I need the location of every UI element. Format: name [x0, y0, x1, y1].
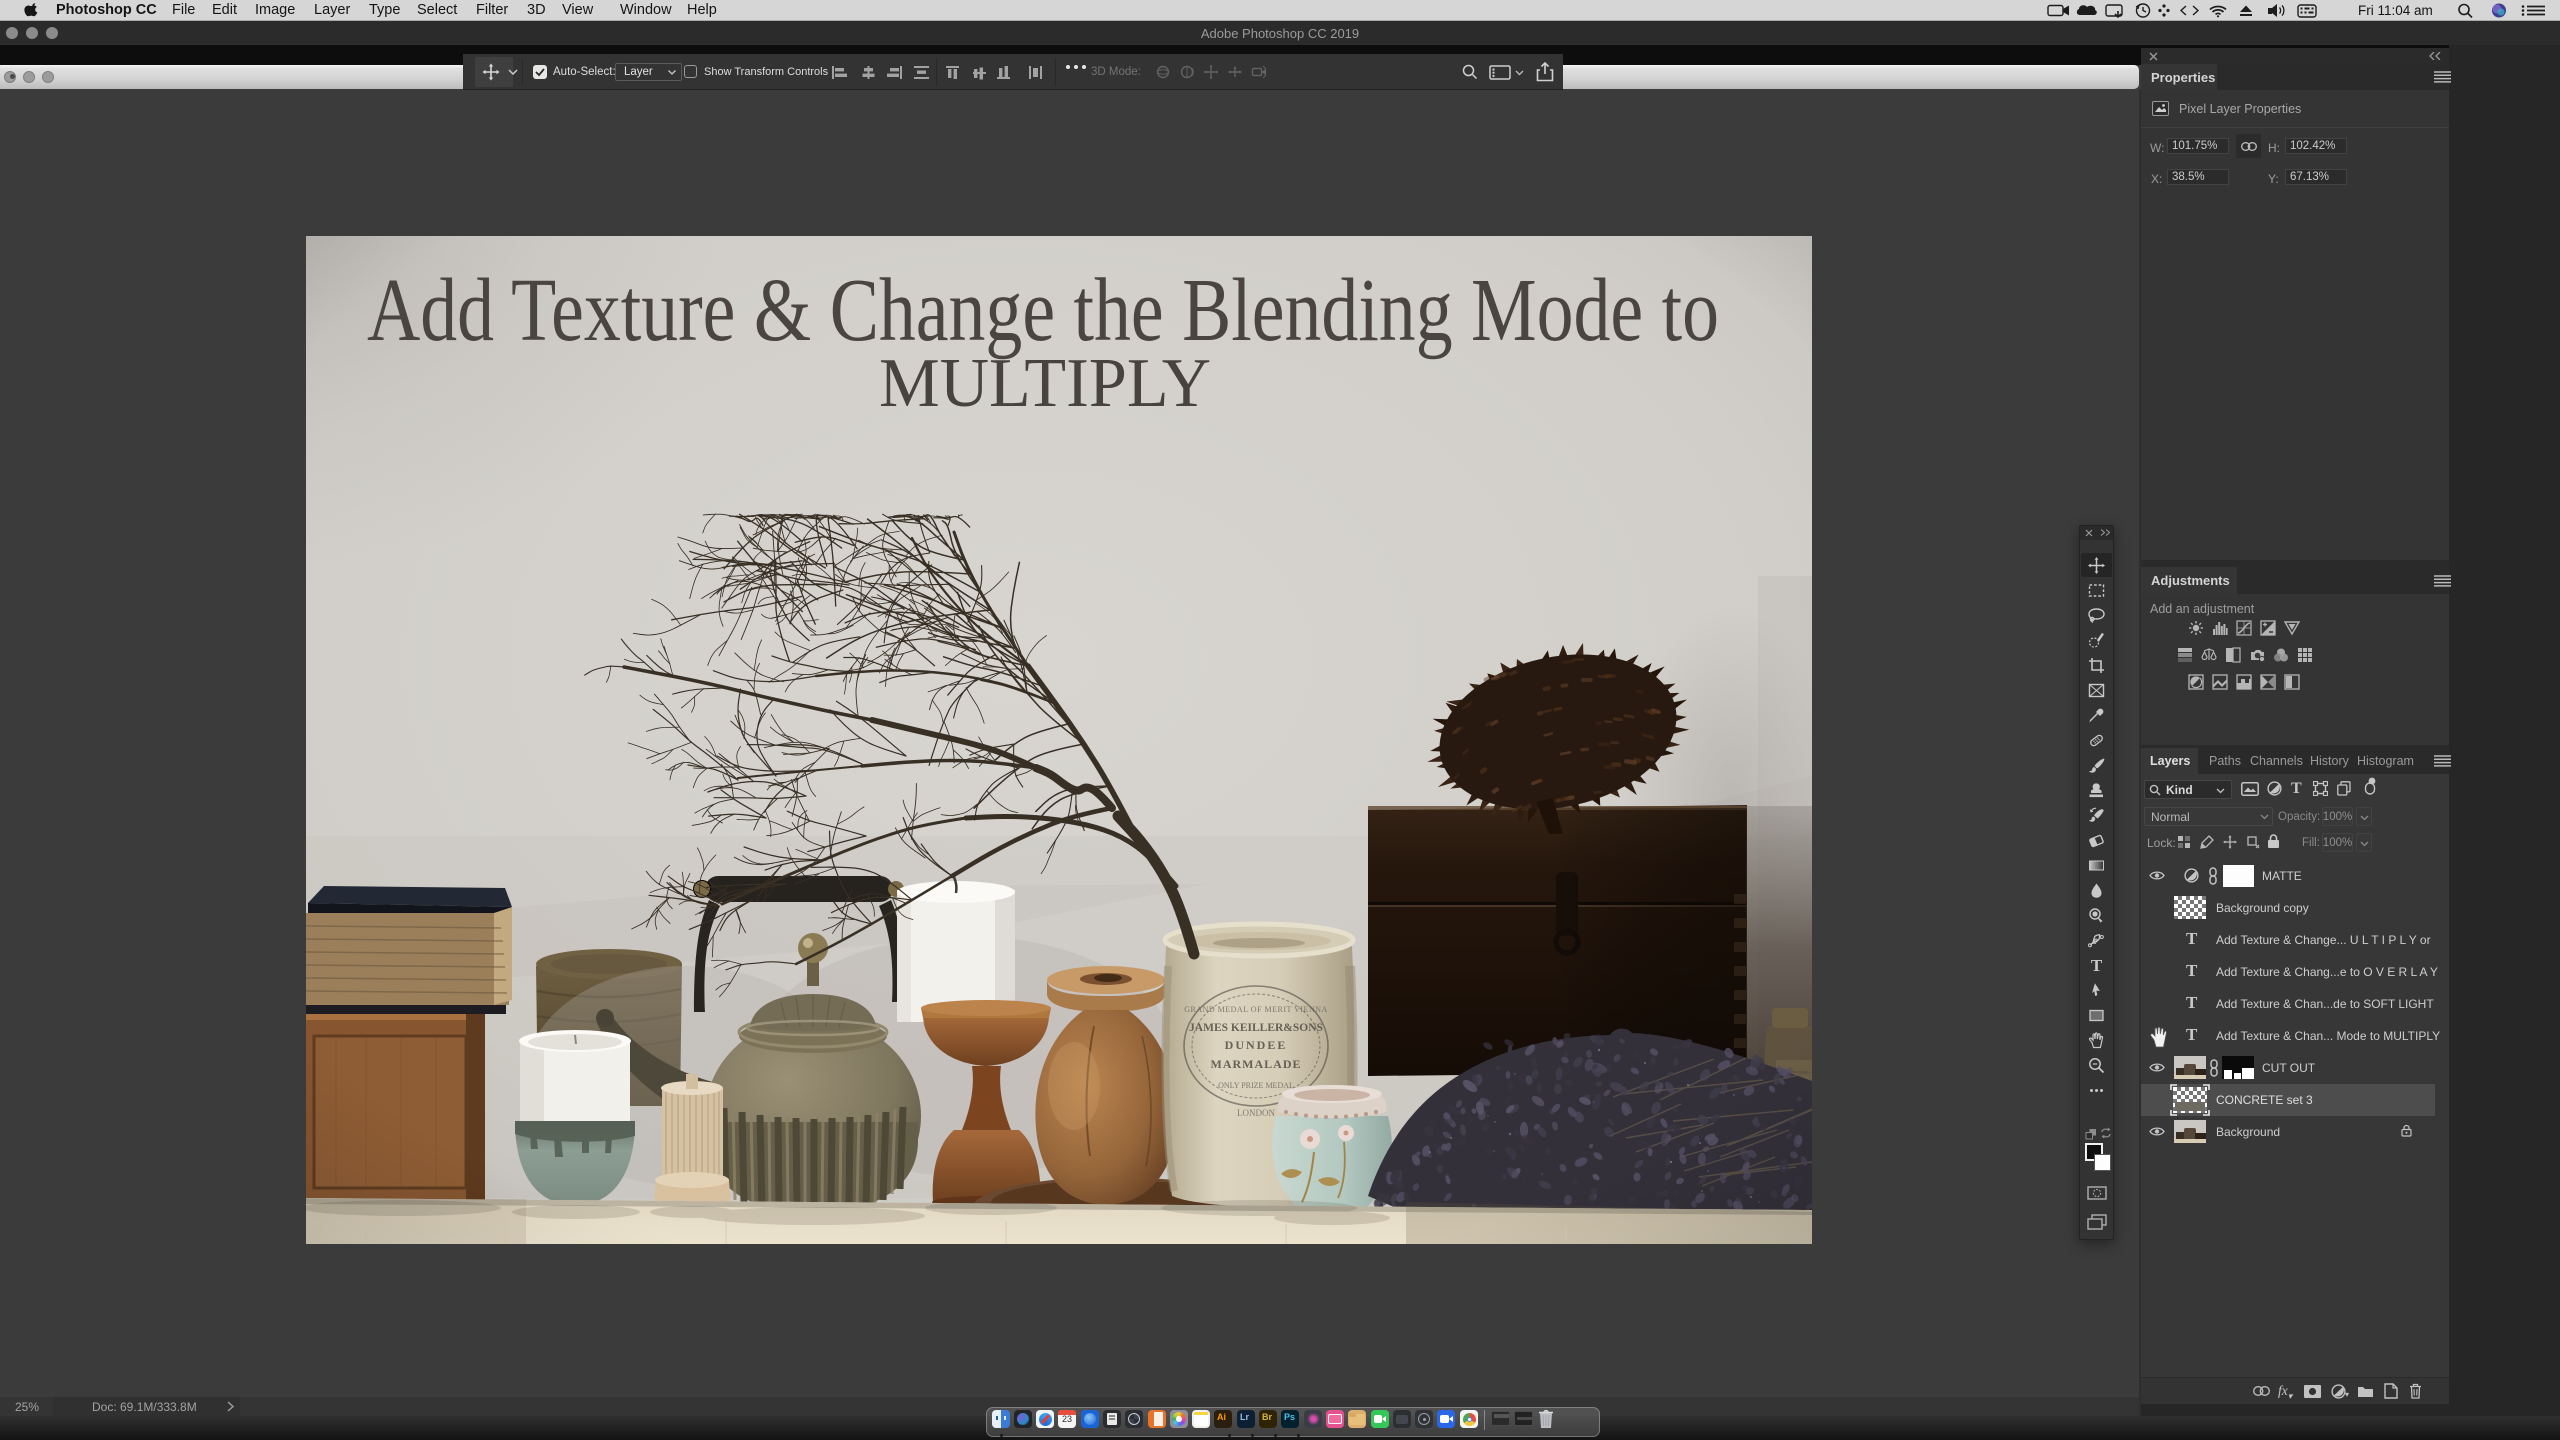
svg-text:Fri 11:04 am: Fri 11:04 am [2358, 3, 2433, 18]
svg-text:T: T [2091, 957, 2103, 974]
